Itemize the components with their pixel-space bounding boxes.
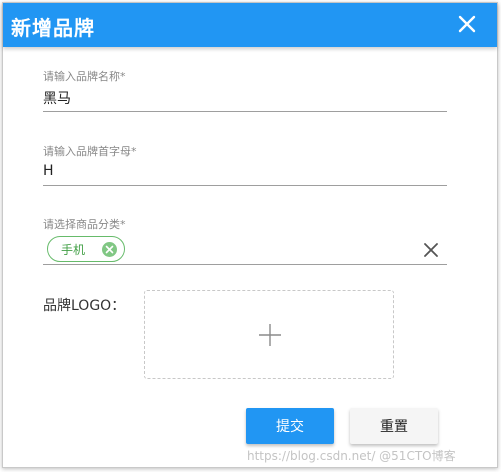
category-underline [43,264,447,265]
brand-name-input[interactable]: 黑马 [43,88,447,108]
dialog-titlebar: 新增品牌 [3,3,497,47]
watermark: https://blog.csdn.net/ @51CTO博客 [247,449,456,463]
dialog: 新增品牌 请输入品牌名称* 黑马 请输入品牌首字母* H 请选择商品分类* 手机 [2,2,498,468]
initial-letter-underline [43,185,447,186]
category-label: 请选择商品分类* [43,218,126,231]
chip-close-icon[interactable] [102,242,117,257]
clear-icon[interactable] [423,242,439,258]
category-chip[interactable]: 手机 [47,236,125,262]
logo-upload-area[interactable] [144,290,394,379]
initial-letter-input[interactable]: H [43,163,447,183]
close-icon[interactable] [457,14,477,34]
submit-button[interactable]: 提交 [246,408,334,444]
brand-name-field[interactable]: 请输入品牌名称* 黑马 [43,68,447,114]
brand-name-underline [43,111,447,112]
category-select[interactable]: 请选择商品分类* 手机 [43,216,447,268]
initial-letter-label: 请输入品牌首字母* [43,145,137,158]
reset-button[interactable]: 重置 [350,408,438,444]
plus-icon [258,323,282,347]
dialog-title: 新增品牌 [11,16,95,40]
logo-label: 品牌LOGO： [43,298,126,314]
brand-name-label: 请输入品牌名称* [43,70,126,83]
category-chip-label: 手机 [61,243,86,257]
initial-letter-field[interactable]: 请输入品牌首字母* H [43,143,447,189]
